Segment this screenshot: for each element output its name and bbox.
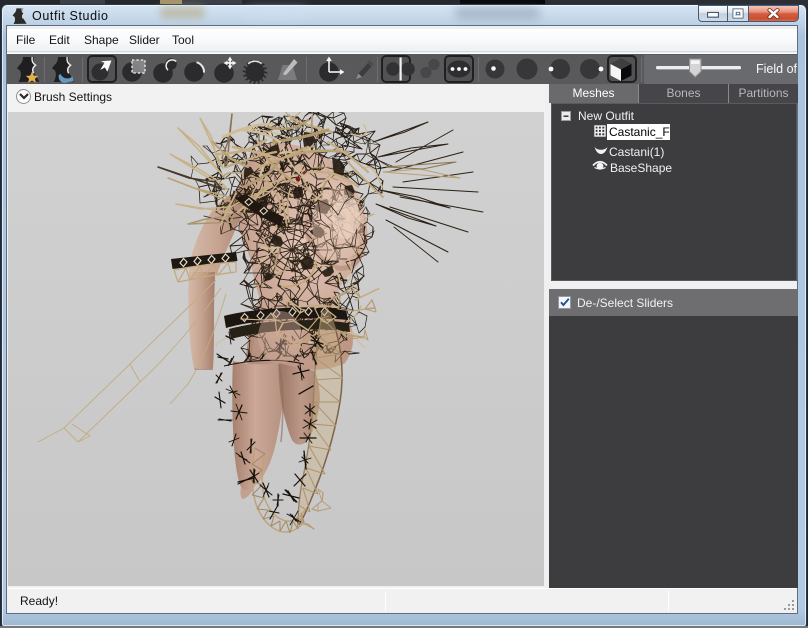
svg-text:Field of V: Field of V: [756, 62, 797, 76]
